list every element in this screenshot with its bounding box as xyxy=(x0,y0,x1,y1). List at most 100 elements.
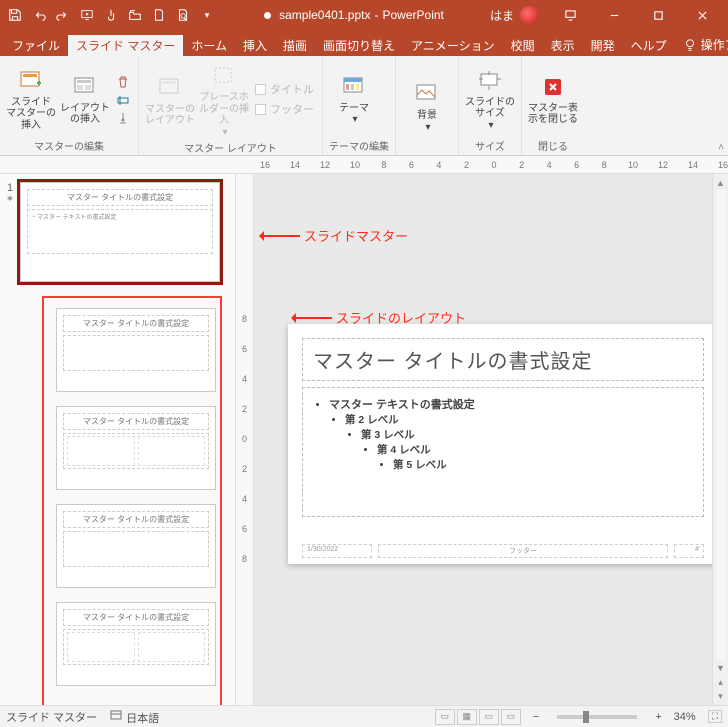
footer-placeholders: 1/30/2022 フッター # xyxy=(302,544,704,558)
tab-slide-master[interactable]: スライド マスター xyxy=(68,35,183,56)
zoom-level[interactable]: 34% xyxy=(674,711,696,723)
reading-view-icon[interactable]: ▭ xyxy=(479,709,499,725)
tab-insert[interactable]: 挿入 xyxy=(235,35,275,56)
tab-developer[interactable]: 開発 xyxy=(583,35,623,56)
chevron-down-icon: ▾ xyxy=(352,114,357,126)
footer-placeholder[interactable]: フッター xyxy=(378,544,668,558)
insert-slide-master-button[interactable]: スライド マスターの挿入 xyxy=(6,65,56,132)
tell-me-button[interactable]: 操作アシ xyxy=(675,33,728,56)
qat-customize-icon[interactable]: ▾ xyxy=(196,4,218,26)
sorter-view-icon[interactable]: ▦ xyxy=(457,709,477,725)
thumb-layout[interactable]: マスター タイトルの書式設定 xyxy=(56,602,216,686)
ribbon-tabs: ファイル スライド マスター ホーム 挿入 描画 画面切り替え アニメーション … xyxy=(0,30,728,56)
close-icon[interactable] xyxy=(680,0,724,30)
tab-help[interactable]: ヘルプ xyxy=(623,35,675,56)
checkbox-icon xyxy=(255,104,266,115)
window-title: sample0401.pptx - PowerPoint xyxy=(218,8,490,22)
tab-review[interactable]: 校閲 xyxy=(503,35,543,56)
slideshow-start-icon[interactable] xyxy=(76,4,98,26)
tab-view[interactable]: 表示 xyxy=(543,35,583,56)
thumb-layout[interactable]: マスター タイトルの書式設定 xyxy=(56,406,216,490)
thumbnails-pane[interactable]: 1 ✶ マスター タイトルの書式設定 ・マスター テキストの書式設定 マスター … xyxy=(0,174,236,705)
redo-icon[interactable] xyxy=(52,4,74,26)
transition-star-icon: ✶ xyxy=(2,194,18,205)
delete-icon[interactable] xyxy=(114,74,132,90)
insert-layout-button[interactable]: レイアウトの挿入 xyxy=(60,71,110,126)
insert-placeholder-icon xyxy=(210,62,238,90)
chk-title: タイトル xyxy=(253,80,316,98)
group-master-edit-label: マスターの編集 xyxy=(6,136,132,153)
thumb-layout[interactable]: マスター タイトルの書式設定 xyxy=(56,308,216,392)
save-icon[interactable] xyxy=(4,4,26,26)
insert-layout-icon xyxy=(71,73,99,101)
ruler-vertical: 864202468 xyxy=(236,174,254,705)
slide-size-button[interactable]: スライドのサイズ▾ xyxy=(465,65,515,132)
zoom-out-icon[interactable]: − xyxy=(533,711,539,723)
prev-slide-icon[interactable]: ▴ xyxy=(714,675,728,689)
preserve-icon[interactable] xyxy=(114,110,132,126)
date-placeholder[interactable]: 1/30/2022 xyxy=(302,544,372,558)
title-bar: ▾ sample0401.pptx - PowerPoint はま xyxy=(0,0,728,30)
autosave-indicator-icon xyxy=(264,12,271,19)
thumb-layout[interactable]: マスター タイトルの書式設定 xyxy=(56,504,216,588)
editor-pane: 864202468 スライドマスター スライドのレイアウト マスター タイトルの… xyxy=(236,174,728,705)
background-button[interactable]: 背景▾ xyxy=(402,78,452,133)
insert-placeholder-button: プレースホルダーの挿入▾ xyxy=(199,60,249,138)
tab-home[interactable]: ホーム xyxy=(183,35,235,56)
next-slide-icon[interactable]: ▾ xyxy=(714,689,728,703)
minimize-icon[interactable] xyxy=(592,0,636,30)
touch-mode-icon[interactable] xyxy=(100,4,122,26)
chevron-down-icon: ▾ xyxy=(425,122,430,134)
quick-access-toolbar: ▾ xyxy=(4,4,218,26)
normal-view-icon[interactable]: ▭ xyxy=(435,709,455,725)
group-theme: テーマ▾ テーマの編集 xyxy=(323,56,396,155)
chevron-down-icon: ▾ xyxy=(222,127,227,139)
zoom-slider[interactable] xyxy=(557,715,637,719)
chevron-down-icon: ▾ xyxy=(488,120,493,132)
scroll-down-icon[interactable]: ▼ xyxy=(714,661,728,675)
tab-file[interactable]: ファイル xyxy=(4,35,68,56)
annotation-slide-master: スライドマスター xyxy=(260,226,408,245)
maximize-icon[interactable] xyxy=(636,0,680,30)
group-theme-label: テーマの編集 xyxy=(329,136,389,153)
group-master-edit: スライド マスターの挿入 レイアウトの挿入 マスターの編集 xyxy=(0,56,139,155)
open-icon[interactable] xyxy=(124,4,146,26)
account-area[interactable]: はま xyxy=(490,6,538,24)
master-index: 1 xyxy=(2,182,18,194)
insert-slide-master-icon xyxy=(17,67,45,95)
thumb-slide-master[interactable]: マスター タイトルの書式設定 ・マスター テキストの書式設定 xyxy=(20,182,220,282)
group-close: マスター表示を閉じる 閉じる xyxy=(522,56,584,155)
slide-number-placeholder[interactable]: # xyxy=(674,544,704,558)
theme-button[interactable]: テーマ▾ xyxy=(329,71,379,126)
fit-to-window-icon[interactable]: ⛶ xyxy=(708,710,722,723)
slide-master-canvas[interactable]: マスター タイトルの書式設定 マスター テキストの書式設定 第 2 レベル 第 … xyxy=(288,324,712,564)
print-preview-icon[interactable] xyxy=(172,4,194,26)
thumb-master-body: ・マスター テキストの書式設定 xyxy=(27,209,213,254)
tab-transition[interactable]: 画面切り替え xyxy=(315,35,403,56)
tab-draw[interactable]: 描画 xyxy=(275,35,315,56)
new-icon[interactable] xyxy=(148,4,170,26)
rename-icon[interactable] xyxy=(114,92,132,108)
close-master-view-button[interactable]: マスター表示を閉じる xyxy=(528,71,578,126)
group-size-label: サイズ xyxy=(465,136,515,153)
collapse-ribbon-icon[interactable]: ˄ xyxy=(718,142,724,153)
slide-canvas-area[interactable]: スライドマスター スライドのレイアウト マスター タイトルの書式設定 マスター … xyxy=(254,174,712,705)
ribbon-display-options-icon[interactable] xyxy=(548,0,592,30)
title-placeholder[interactable]: マスター タイトルの書式設定 xyxy=(302,338,704,381)
slideshow-view-icon[interactable]: ▭ xyxy=(501,709,521,725)
tab-animation[interactable]: アニメーション xyxy=(403,35,503,56)
body-placeholder[interactable]: マスター テキストの書式設定 第 2 レベル 第 3 レベル 第 4 レベル 第… xyxy=(302,387,704,517)
theme-icon xyxy=(340,73,368,101)
undo-icon[interactable] xyxy=(28,4,50,26)
document-filename: sample0401.pptx xyxy=(279,8,370,22)
background-icon xyxy=(413,80,441,108)
zoom-in-icon[interactable]: + xyxy=(655,711,661,723)
vertical-scrollbar[interactable]: ▲ ▼ ▴ ▾ xyxy=(712,174,728,705)
avatar-icon xyxy=(520,6,538,24)
language-indicator[interactable]: 日本語 xyxy=(109,708,159,726)
scroll-up-icon[interactable]: ▲ xyxy=(714,176,728,190)
app-name: PowerPoint xyxy=(383,8,444,22)
status-bar: スライド マスター 日本語 ▭ ▦ ▭ ▭ − + 34% ⛶ xyxy=(0,705,728,727)
language-icon xyxy=(109,708,123,722)
group-master-layout: マスターのレイアウト プレースホルダーの挿入▾ タイトル フッター マスター レ… xyxy=(139,56,323,155)
